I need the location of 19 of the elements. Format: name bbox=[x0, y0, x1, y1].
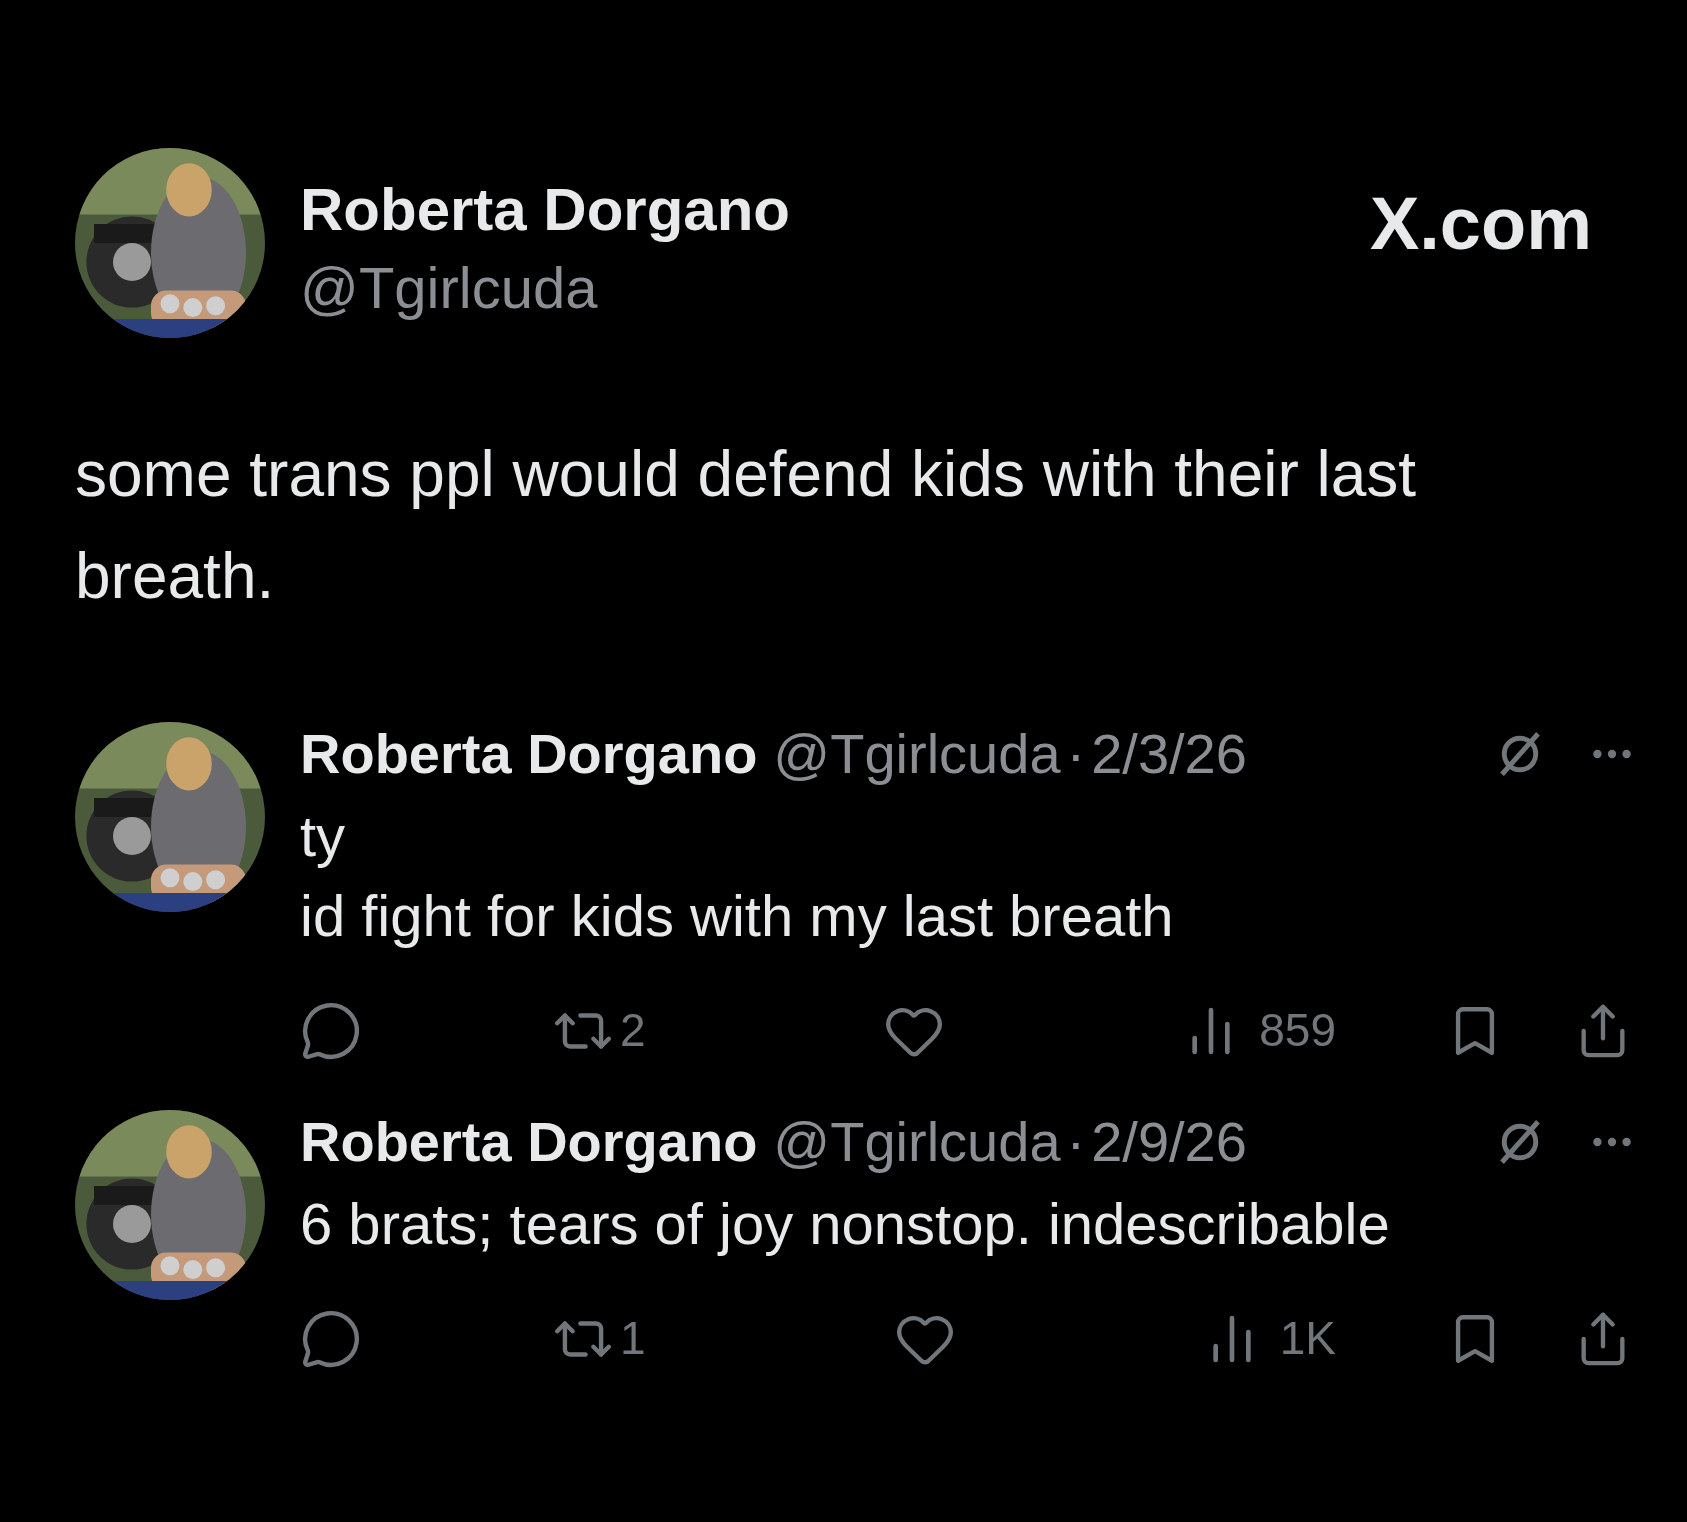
reply-text: ty bbox=[300, 802, 347, 870]
display-name: Roberta Dorgano bbox=[300, 1109, 758, 1175]
reply-text: id fight for kids with my last breath bbox=[300, 882, 1175, 950]
separator-dot: · bbox=[1066, 721, 1086, 787]
post-text: some trans ppl would defend kids with their last breath. bbox=[75, 437, 1418, 614]
site-label: X.com bbox=[1369, 181, 1592, 267]
views-count: 859 bbox=[1259, 1003, 1336, 1058]
repost-count: 1 bbox=[620, 1311, 646, 1366]
display-name: Roberta Dorgano bbox=[300, 175, 791, 245]
post-date: 2/3/26 bbox=[1091, 721, 1247, 787]
display-name: Roberta Dorgano bbox=[300, 721, 758, 787]
username: @Tgirlcuda bbox=[773, 721, 1061, 787]
repost-count: 2 bbox=[620, 1003, 646, 1058]
post-date: 2/9/26 bbox=[1091, 1109, 1247, 1175]
username: @Tgirlcuda bbox=[773, 1109, 1061, 1175]
reply-text: 6 brats; tears of joy nonstop. indescribable bbox=[300, 1190, 1391, 1258]
views-count: 1K bbox=[1279, 1311, 1336, 1366]
separator-dot: · bbox=[1066, 1109, 1086, 1175]
username: @Tgirlcuda bbox=[300, 254, 599, 322]
